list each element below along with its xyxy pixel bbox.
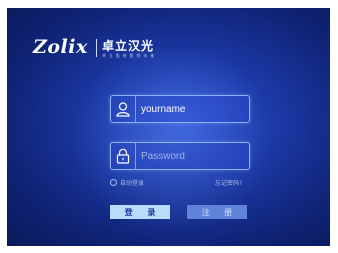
zolix-logo: Zolix [33,36,88,58]
username-input[interactable] [141,100,241,118]
password-input[interactable] [141,147,241,165]
login-screen: Zolix 卓立汉光 卓 立 股 份 智 领 未 来 自动登录 忘记密码? 登 … [7,8,330,246]
brand-chinese-name: 卓立汉光 [102,39,155,53]
password-field[interactable] [110,142,250,170]
forgot-password-link[interactable]: 忘记密码? [215,178,242,187]
user-icon [111,96,136,122]
auto-login-label: 自动登录 [120,180,145,187]
register-button[interactable]: 注 册 [187,205,247,219]
username-field[interactable] [110,95,250,123]
lock-icon [111,143,136,169]
auto-login-option[interactable]: 自动登录 [110,178,144,187]
login-button[interactable]: 登 录 [110,205,170,219]
brand-slogan: 卓 立 股 份 智 领 未 来 [102,53,155,58]
brand-divider [96,39,97,57]
auto-login-radio[interactable] [110,179,117,186]
background-glow [47,48,297,228]
